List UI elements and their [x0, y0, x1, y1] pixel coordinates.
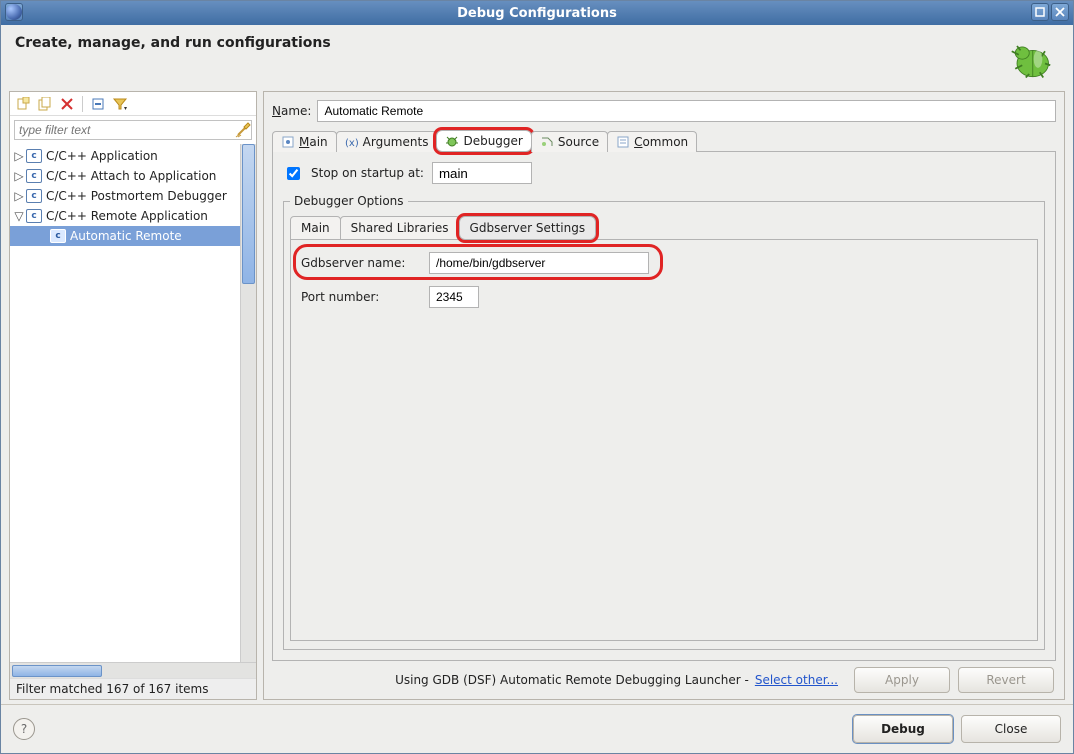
scroll-thumb[interactable] [242, 144, 255, 284]
titlebar: Debug Configurations [1, 1, 1073, 25]
config-tabstrip: Main (x)= Arguments Debugger Source Comm… [272, 128, 1056, 152]
duplicate-config-icon[interactable] [36, 95, 54, 113]
scroll-thumb[interactable] [12, 665, 102, 677]
svg-text:(x)=: (x)= [345, 138, 359, 148]
stop-on-startup-input[interactable] [432, 162, 532, 184]
debugger-options-legend: Debugger Options [290, 194, 408, 208]
stop-on-startup-checkbox[interactable] [287, 167, 300, 180]
maximize-icon[interactable] [1031, 3, 1049, 21]
tree-label: C/C++ Attach to Application [46, 169, 216, 183]
debugger-tab-body: Stop on startup at: Debugger Options Mai… [272, 152, 1056, 661]
tab-arguments[interactable]: (x)= Arguments [336, 131, 438, 152]
tab-common[interactable]: Common [607, 131, 697, 152]
tab-debugger[interactable]: Debugger [436, 130, 531, 152]
tree-item-automatic-remote[interactable]: c Automatic Remote [10, 226, 240, 246]
dialog-header: Create, manage, and run configurations [1, 25, 1073, 91]
window-title: Debug Configurations [457, 6, 617, 21]
subtab-gdbserver-settings[interactable]: Gdbserver Settings [459, 216, 597, 240]
port-number-input[interactable] [429, 286, 479, 308]
debugger-tab-icon [445, 134, 459, 148]
name-label: Name: [272, 104, 311, 118]
configurations-tree: ▷ c C/C++ Application ▷ c C/C++ Attach t… [10, 144, 256, 662]
config-editor-panel: Name: Main (x)= Arguments Debugger [263, 91, 1065, 700]
debugger-options-group: Debugger Options Main Shared Libraries G… [283, 194, 1045, 650]
tree-item-c-postmortem[interactable]: ▷ c C/C++ Postmortem Debugger [10, 186, 240, 206]
tree-item-c-attach[interactable]: ▷ c C/C++ Attach to Application [10, 166, 240, 186]
gdbserver-name-label: Gdbserver name: [301, 256, 421, 270]
port-number-label: Port number: [301, 290, 421, 304]
filter-status-label: Filter matched 167 of 167 items [10, 678, 256, 699]
main-tab-icon [281, 135, 295, 149]
expand-icon[interactable]: ▷ [14, 149, 24, 163]
subtab-main[interactable]: Main [290, 216, 341, 240]
arguments-tab-icon: (x)= [345, 135, 359, 149]
app-menu-icon[interactable] [5, 3, 23, 21]
collapse-icon[interactable]: ▽ [14, 209, 24, 223]
stop-on-startup-label: Stop on startup at: [311, 166, 424, 180]
close-icon[interactable] [1051, 3, 1069, 21]
dialog-window: Debug Configurations Create, manage, and… [0, 0, 1074, 754]
gdbserver-settings-body: Gdbserver name: Port number: [290, 239, 1038, 641]
tree-label: C/C++ Postmortem Debugger [46, 189, 227, 203]
apply-button[interactable]: Apply [854, 667, 950, 693]
c-file-icon: c [26, 209, 42, 223]
common-tab-icon [616, 135, 630, 149]
tree-label: C/C++ Remote Application [46, 209, 208, 223]
tab-main[interactable]: Main [272, 131, 337, 152]
tab-source[interactable]: Source [531, 131, 608, 152]
header-title: Create, manage, and run configurations [15, 35, 331, 51]
close-button[interactable]: Close [961, 715, 1061, 743]
gdbserver-name-input[interactable] [429, 252, 649, 274]
dialog-footer: ? Debug Close [1, 704, 1073, 753]
left-toolbar [10, 92, 256, 116]
expand-icon[interactable]: ▷ [14, 189, 24, 203]
c-file-icon: c [50, 229, 66, 243]
c-file-icon: c [26, 189, 42, 203]
c-file-icon: c [26, 169, 42, 183]
clear-filter-icon[interactable] [235, 122, 251, 138]
select-other-link[interactable]: Select other... [755, 673, 838, 687]
expand-icon[interactable]: ▷ [14, 169, 24, 183]
filter-input[interactable] [15, 121, 235, 139]
delete-config-icon[interactable] [58, 95, 76, 113]
debug-button[interactable]: Debug [853, 715, 953, 743]
tree-item-c-application[interactable]: ▷ c C/C++ Application [10, 146, 240, 166]
filter-menu-icon[interactable] [111, 95, 129, 113]
name-input[interactable] [317, 100, 1056, 122]
tree-label: C/C++ Application [46, 149, 158, 163]
launcher-text: Using GDB (DSF) Automatic Remote Debuggi… [395, 673, 749, 687]
tree-label: Automatic Remote [70, 229, 182, 243]
help-icon[interactable]: ? [13, 718, 35, 740]
subtab-shared-libraries[interactable]: Shared Libraries [340, 216, 460, 240]
vertical-scrollbar[interactable] [240, 144, 256, 662]
filter-text-row [14, 120, 252, 140]
debug-bug-icon [1003, 35, 1059, 85]
launcher-row: Using GDB (DSF) Automatic Remote Debuggi… [272, 661, 1056, 693]
collapse-all-icon[interactable] [89, 95, 107, 113]
horizontal-scrollbar[interactable] [10, 662, 256, 678]
source-tab-icon [540, 135, 554, 149]
debugger-subtabs: Main Shared Libraries Gdbserver Settings [290, 214, 1038, 240]
revert-button[interactable]: Revert [958, 667, 1054, 693]
c-file-icon: c [26, 149, 42, 163]
tree-item-c-remote[interactable]: ▽ c C/C++ Remote Application [10, 206, 240, 226]
configurations-panel: ▷ c C/C++ Application ▷ c C/C++ Attach t… [9, 91, 257, 700]
new-config-icon[interactable] [14, 95, 32, 113]
